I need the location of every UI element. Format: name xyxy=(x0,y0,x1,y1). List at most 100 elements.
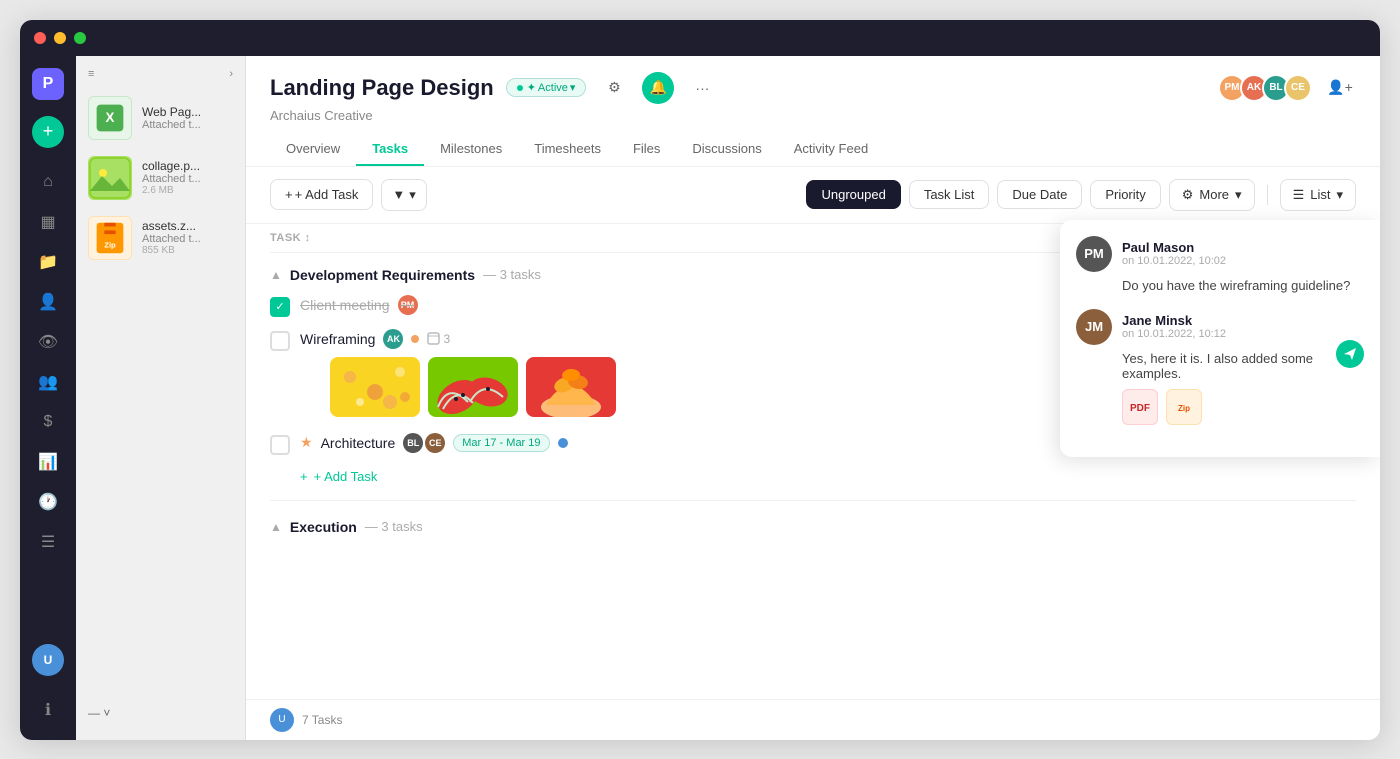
status-label: ✦ Active ▾ xyxy=(527,81,576,94)
maximize-button[interactable] xyxy=(74,32,86,44)
team-avatar-stack: PM AK BL CE xyxy=(1218,74,1312,102)
task-assignee-avatar-2: CE xyxy=(425,433,445,453)
sidebar-item-home[interactable]: ⌂ xyxy=(30,164,66,200)
gear-icon: ⚙ xyxy=(1182,187,1194,203)
toolbar: + + Add Task ▼ ▾ Ungrouped Task List Due… xyxy=(246,167,1380,224)
file-item[interactable]: X Web Pag... Attached t... xyxy=(76,88,245,148)
project-header: Landing Page Design ✦ Active ▾ ⚙ 🔔 ··· xyxy=(246,56,1380,167)
sidebar-collapse-icon[interactable]: › xyxy=(229,68,233,80)
user-avatar[interactable]: U xyxy=(32,644,64,676)
filter-button[interactable]: ▼ ▾ xyxy=(381,179,426,211)
tab-overview[interactable]: Overview xyxy=(270,133,356,166)
file-sub: Attached t... xyxy=(142,173,233,185)
file-name: collage.p... xyxy=(142,159,233,173)
section-name: Development Requirements xyxy=(290,267,475,283)
more-button[interactable]: ⚙ More ▾ xyxy=(1169,179,1255,211)
task-assignee-avatar: BL xyxy=(403,433,423,453)
sidebar-item-person[interactable]: 👤 xyxy=(30,284,66,320)
section-toggle[interactable]: ▲ xyxy=(270,520,282,534)
task-list-button[interactable]: Task List xyxy=(909,180,990,209)
add-button[interactable]: + xyxy=(32,116,64,148)
section-count: — 3 tasks xyxy=(365,519,423,534)
send-button[interactable] xyxy=(1336,340,1364,368)
minimize-button[interactable] xyxy=(54,32,66,44)
bottom-avatar: U xyxy=(270,708,294,732)
chevron-down-icon: ▾ xyxy=(1336,187,1343,203)
ungrouped-button[interactable]: Ungrouped xyxy=(806,180,900,209)
section-toggle[interactable]: ▲ xyxy=(270,268,282,282)
sidebar-item-list[interactable]: ☰ xyxy=(30,524,66,560)
tab-discussions[interactable]: Discussions xyxy=(676,133,777,166)
tab-files[interactable]: Files xyxy=(617,133,676,166)
section-count: — 3 tasks xyxy=(483,267,541,282)
sidebar: P + ⌂ ▦ 📁 👤 👁 👥 $ 📊 🕐 ☰ U ℹ xyxy=(20,56,76,740)
sidebar-item-dashboard[interactable]: ▦ xyxy=(30,204,66,240)
add-task-button[interactable]: + + Add Task xyxy=(270,179,373,210)
app-window: P + ⌂ ▦ 📁 👤 👁 👥 $ 📊 🕐 ☰ U ℹ ≡ › xyxy=(20,20,1380,740)
sidebar-more-toggle[interactable]: — ˅ xyxy=(76,698,245,728)
svg-text:PDF: PDF xyxy=(1130,403,1150,414)
sidebar-menu-icon[interactable]: ≡ xyxy=(88,68,94,80)
task-date-badge: Mar 17 - Mar 19 xyxy=(453,434,549,452)
file-name: assets.z... xyxy=(142,219,233,233)
chevron-down-icon: ▾ xyxy=(409,187,416,203)
svg-text:X: X xyxy=(106,109,115,124)
list-icon: ☰ xyxy=(1293,187,1305,203)
tab-timesheets[interactable]: Timesheets xyxy=(518,133,617,166)
sidebar-item-eye[interactable]: 👁 xyxy=(30,324,66,360)
file-sub: Attached t... xyxy=(142,233,233,245)
task-checkbox[interactable]: ✓ xyxy=(270,297,290,317)
excel-file-icon: X xyxy=(88,96,132,140)
svg-text:Zip: Zip xyxy=(1178,404,1190,413)
tab-tasks[interactable]: Tasks xyxy=(356,133,424,166)
comment-meta: Jane Minsk on 10.01.2022, 10:12 xyxy=(1122,313,1364,340)
project-title: Landing Page Design xyxy=(270,75,494,101)
comment-item: PM Paul Mason on 10.01.2022, 10:02 Do yo… xyxy=(1076,236,1364,293)
tab-activity[interactable]: Activity Feed xyxy=(778,133,884,166)
section-name: Execution xyxy=(290,519,357,535)
settings-icon[interactable]: ⚙ xyxy=(598,72,630,104)
sidebar-item-billing[interactable]: $ xyxy=(30,404,66,440)
tab-milestones[interactable]: Milestones xyxy=(424,133,518,166)
chevron-down-icon: ▾ xyxy=(1235,187,1242,203)
status-badge: ✦ Active ▾ xyxy=(506,78,587,97)
priority-icon: ★ xyxy=(300,434,313,451)
tab-bar: Overview Tasks Milestones Timesheets Fil… xyxy=(270,133,1356,166)
sidebar-item-folder[interactable]: 📁 xyxy=(30,244,66,280)
sidebar-item-team[interactable]: 👥 xyxy=(30,364,66,400)
file-item[interactable]: Zip assets.z... Attached t... 855 KB xyxy=(76,208,245,268)
task-assignee-avatar: PM xyxy=(398,295,418,315)
list-view-button[interactable]: ☰ List ▾ xyxy=(1280,179,1356,211)
zip-attachment[interactable]: Zip xyxy=(1166,389,1202,425)
info-icon[interactable]: ℹ xyxy=(30,692,66,728)
file-name: Web Pag... xyxy=(142,105,233,119)
sidebar-item-clock[interactable]: 🕐 xyxy=(30,484,66,520)
notification-icon[interactable]: 🔔 xyxy=(642,72,674,104)
file-info: assets.z... Attached t... 855 KB xyxy=(142,219,233,256)
close-button[interactable] xyxy=(34,32,46,44)
comment-meta: Paul Mason on 10.01.2022, 10:02 xyxy=(1122,240,1364,267)
comment-panel: PM Paul Mason on 10.01.2022, 10:02 Do yo… xyxy=(1060,220,1380,457)
logo: P xyxy=(32,68,64,100)
due-date-button[interactable]: Due Date xyxy=(997,180,1082,209)
pdf-attachment[interactable]: PDF xyxy=(1122,389,1158,425)
more-options-icon[interactable]: ··· xyxy=(686,72,718,104)
file-item[interactable]: collage.p... Attached t... 2.6 MB xyxy=(76,148,245,208)
plus-icon: + xyxy=(285,187,293,202)
image-file-icon xyxy=(88,156,132,200)
add-member-icon[interactable]: 👤+ xyxy=(1324,72,1356,104)
task-files-count: 3 xyxy=(427,332,450,346)
sidebar-item-chart[interactable]: 📊 xyxy=(30,444,66,480)
comment-author: Jane Minsk xyxy=(1122,313,1364,328)
file-info: collage.p... Attached t... 2.6 MB xyxy=(142,159,233,196)
task-checkbox[interactable] xyxy=(270,331,290,351)
task-checkbox[interactable] xyxy=(270,435,290,455)
priority-button[interactable]: Priority xyxy=(1090,180,1160,209)
section-execution: ▲ Execution — 3 tasks xyxy=(270,500,1356,541)
file-info: Web Pag... Attached t... xyxy=(142,105,233,131)
add-task-row[interactable]: + + Add Task xyxy=(300,461,1356,492)
comment-text: Do you have the wireframing guideline? xyxy=(1122,278,1364,293)
avatar: CE xyxy=(1284,74,1312,102)
thumbnail xyxy=(526,357,616,417)
task-assignee-avatar: AK xyxy=(383,329,403,349)
